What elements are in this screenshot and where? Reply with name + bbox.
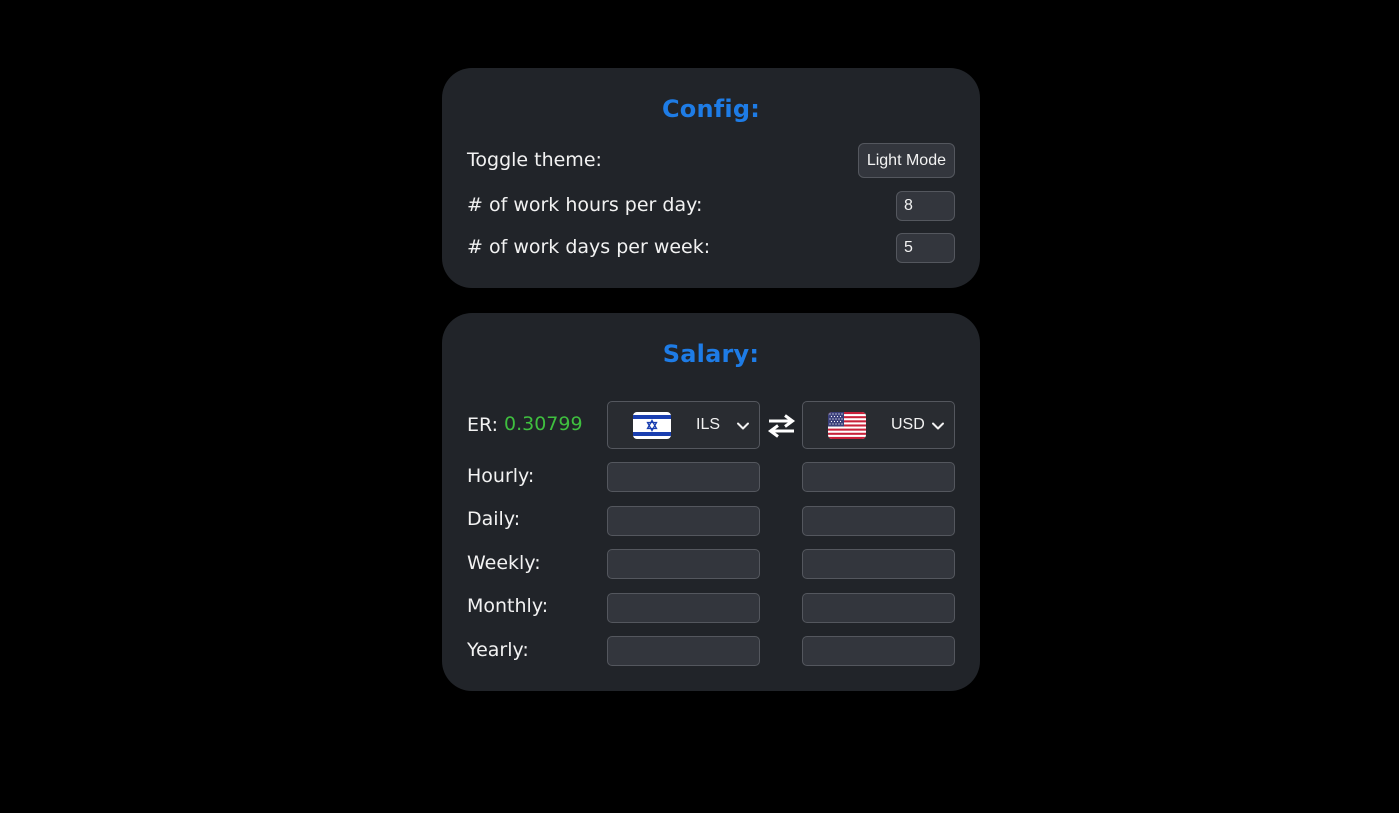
- config-title: Config:: [661, 95, 761, 123]
- israel-flag-icon: [633, 412, 671, 439]
- work-days-label: # of work days per week:: [467, 236, 711, 258]
- from-currency-select[interactable]: ILS: [607, 401, 760, 449]
- swap-arrows-icon[interactable]: [767, 414, 796, 438]
- hourly-from-input[interactable]: [607, 462, 760, 492]
- to-currency-select[interactable]: USD: [802, 401, 955, 449]
- monthly-label: Monthly:: [467, 595, 549, 617]
- monthly-to-input[interactable]: [802, 593, 955, 623]
- exchange-rate-value: 0.30799: [504, 413, 583, 435]
- weekly-from-input[interactable]: [607, 549, 760, 579]
- daily-label: Daily:: [467, 508, 521, 530]
- config-card: Config: Toggle theme: Light Mode # of wo…: [442, 68, 980, 288]
- daily-to-input[interactable]: [802, 506, 955, 536]
- er-label: ER:: [467, 414, 499, 436]
- yearly-from-input[interactable]: [607, 636, 760, 666]
- toggle-theme-label: Toggle theme:: [467, 149, 602, 171]
- work-days-input[interactable]: [896, 233, 955, 263]
- theme-toggle-button[interactable]: Light Mode: [857, 143, 955, 178]
- yearly-to-input[interactable]: [802, 636, 955, 666]
- to-currency-code: USD: [891, 416, 925, 433]
- salary-card: Salary: ER: 0.30799 ILS USD Hourly: Dail…: [442, 313, 980, 691]
- weekly-label: Weekly:: [467, 552, 541, 574]
- chevron-down-icon: [737, 422, 749, 430]
- monthly-from-input[interactable]: [607, 593, 760, 623]
- chevron-down-icon: [932, 422, 944, 430]
- daily-from-input[interactable]: [607, 506, 760, 536]
- salary-title: Salary:: [662, 340, 760, 368]
- usa-flag-icon: [828, 412, 866, 439]
- weekly-to-input[interactable]: [802, 549, 955, 579]
- work-hours-label: # of work hours per day:: [467, 194, 703, 216]
- yearly-label: Yearly:: [467, 639, 529, 661]
- from-currency-code: ILS: [696, 416, 721, 433]
- work-hours-input[interactable]: [896, 191, 955, 221]
- hourly-label: Hourly:: [467, 465, 535, 487]
- hourly-to-input[interactable]: [802, 462, 955, 492]
